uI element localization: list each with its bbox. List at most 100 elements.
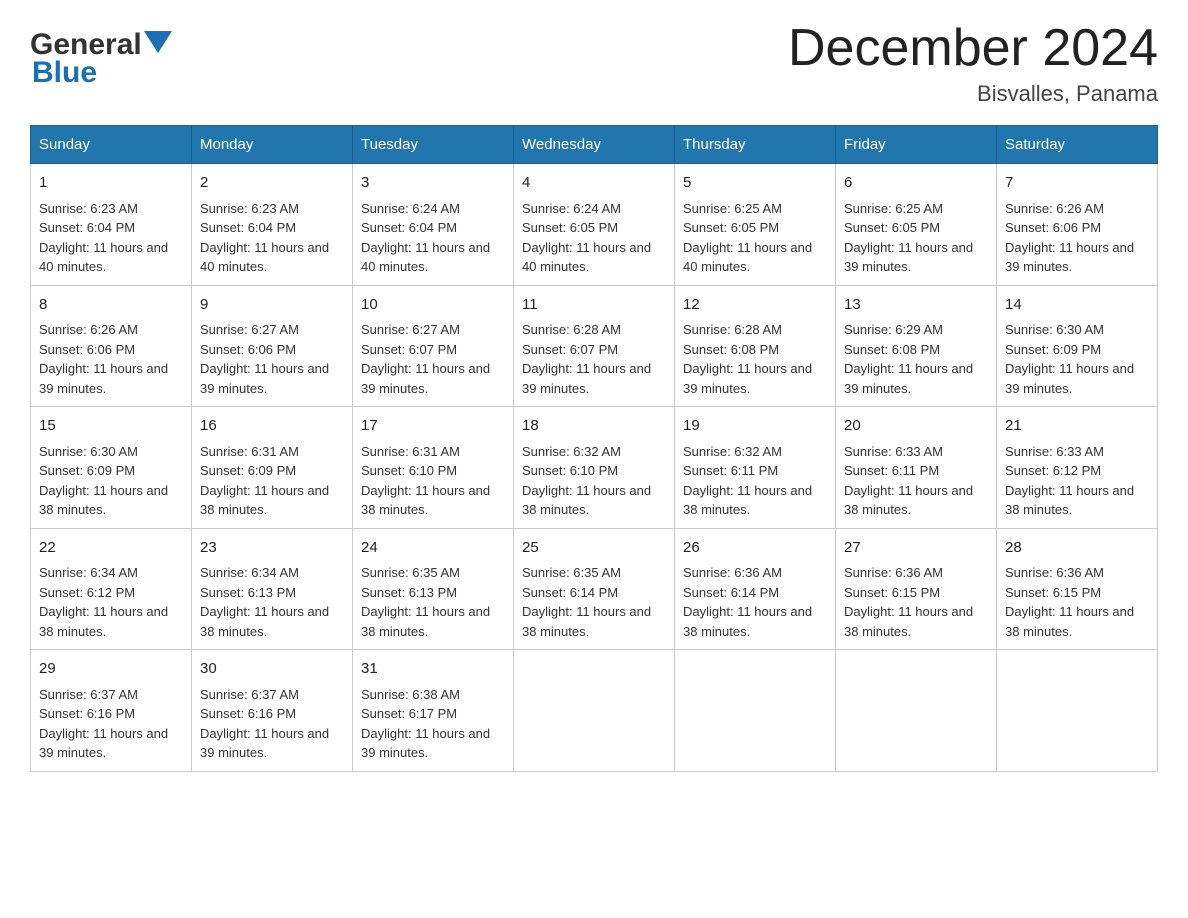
day-number: 25 bbox=[522, 537, 666, 560]
day-info: Sunrise: 6:36 AMSunset: 6:14 PMDaylight:… bbox=[683, 565, 812, 639]
day-info: Sunrise: 6:31 AMSunset: 6:10 PMDaylight:… bbox=[361, 444, 490, 518]
calendar-cell: 20 Sunrise: 6:33 AMSunset: 6:11 PMDayligh… bbox=[836, 407, 997, 529]
calendar-cell: 6Sunrise: 6:25 AMSunset: 6:05 PMDaylight… bbox=[836, 164, 997, 286]
day-info: Sunrise: 6:32 AMSunset: 6:10 PMDaylight:… bbox=[522, 444, 651, 518]
day-number: 27 bbox=[844, 537, 988, 560]
header-cell-monday: Monday bbox=[192, 126, 353, 164]
day-info: Sunrise: 6:28 AMSunset: 6:07 PMDaylight:… bbox=[522, 322, 651, 396]
day-info: Sunrise: 6:28 AMSunset: 6:08 PMDaylight:… bbox=[683, 322, 812, 396]
day-number: 7 bbox=[1005, 172, 1149, 195]
day-number: 19 bbox=[683, 415, 827, 438]
day-number: 10 bbox=[361, 294, 505, 317]
day-number: 23 bbox=[200, 537, 344, 560]
day-number: 5 bbox=[683, 172, 827, 195]
day-info: Sunrise: 6:36 AMSunset: 6:15 PMDaylight:… bbox=[844, 565, 973, 639]
calendar-cell: 28 Sunrise: 6:36 AMSunset: 6:15 PMDayligh… bbox=[997, 528, 1158, 650]
day-info: Sunrise: 6:27 AMSunset: 6:06 PMDaylight:… bbox=[200, 322, 329, 396]
calendar-cell: 9 Sunrise: 6:27 AMSunset: 6:06 PMDaylight… bbox=[192, 285, 353, 407]
calendar-week-3: 15 Sunrise: 6:30 AMSunset: 6:09 PMDayligh… bbox=[31, 407, 1158, 529]
day-number: 2 bbox=[200, 172, 344, 195]
day-number: 3 bbox=[361, 172, 505, 195]
day-info: Sunrise: 6:33 AMSunset: 6:12 PMDaylight:… bbox=[1005, 444, 1134, 518]
header-cell-wednesday: Wednesday bbox=[514, 126, 675, 164]
calendar-cell bbox=[836, 650, 997, 772]
day-info: Sunrise: 6:38 AMSunset: 6:17 PMDaylight:… bbox=[361, 687, 490, 761]
calendar-cell: 24Sunrise: 6:35 AMSunset: 6:13 PMDayligh… bbox=[353, 528, 514, 650]
day-info: Sunrise: 6:24 AMSunset: 6:04 PMDaylight:… bbox=[361, 201, 490, 275]
day-number: 26 bbox=[683, 537, 827, 560]
day-info: Sunrise: 6:29 AMSunset: 6:08 PMDaylight:… bbox=[844, 322, 973, 396]
day-info: Sunrise: 6:34 AMSunset: 6:13 PMDaylight:… bbox=[200, 565, 329, 639]
day-info: Sunrise: 6:34 AMSunset: 6:12 PMDaylight:… bbox=[39, 565, 168, 639]
calendar-cell: 30Sunrise: 6:37 AMSunset: 6:16 PMDayligh… bbox=[192, 650, 353, 772]
calendar-header-row: SundayMondayTuesdayWednesdayThursdayFrid… bbox=[31, 126, 1158, 164]
day-number: 29 bbox=[39, 658, 183, 681]
day-number: 12 bbox=[683, 294, 827, 317]
day-info: Sunrise: 6:23 AMSunset: 6:04 PMDaylight:… bbox=[39, 201, 168, 275]
calendar-cell: 27 Sunrise: 6:36 AMSunset: 6:15 PMDayligh… bbox=[836, 528, 997, 650]
day-number: 16 bbox=[200, 415, 344, 438]
calendar-table: SundayMondayTuesdayWednesdayThursdayFrid… bbox=[30, 125, 1158, 772]
day-info: Sunrise: 6:26 AMSunset: 6:06 PMDaylight:… bbox=[1005, 201, 1134, 275]
day-number: 31 bbox=[361, 658, 505, 681]
header-cell-saturday: Saturday bbox=[997, 126, 1158, 164]
header-cell-sunday: Sunday bbox=[31, 126, 192, 164]
calendar-cell: 7 Sunrise: 6:26 AMSunset: 6:06 PMDaylight… bbox=[997, 164, 1158, 286]
calendar-cell: 5 Sunrise: 6:25 AMSunset: 6:05 PMDaylight… bbox=[675, 164, 836, 286]
header-cell-tuesday: Tuesday bbox=[353, 126, 514, 164]
page-header: General Blue December 2024 Bisvalles, Pa… bbox=[30, 20, 1158, 107]
header-cell-friday: Friday bbox=[836, 126, 997, 164]
calendar-cell: 11 Sunrise: 6:28 AMSunset: 6:07 PMDayligh… bbox=[514, 285, 675, 407]
calendar-cell: 18Sunrise: 6:32 AMSunset: 6:10 PMDayligh… bbox=[514, 407, 675, 529]
calendar-cell bbox=[997, 650, 1158, 772]
day-number: 28 bbox=[1005, 537, 1149, 560]
calendar-week-1: 1 Sunrise: 6:23 AMSunset: 6:04 PMDaylight… bbox=[31, 164, 1158, 286]
calendar-cell: 3 Sunrise: 6:24 AMSunset: 6:04 PMDaylight… bbox=[353, 164, 514, 286]
calendar-cell: 22 Sunrise: 6:34 AMSunset: 6:12 PMDayligh… bbox=[31, 528, 192, 650]
day-info: Sunrise: 6:25 AMSunset: 6:05 PMDaylight:… bbox=[683, 201, 812, 275]
header-cell-thursday: Thursday bbox=[675, 126, 836, 164]
calendar-cell: 16Sunrise: 6:31 AMSunset: 6:09 PMDayligh… bbox=[192, 407, 353, 529]
logo-triangle-icon bbox=[144, 31, 172, 53]
day-info: Sunrise: 6:37 AMSunset: 6:16 PMDaylight:… bbox=[39, 687, 168, 761]
day-number: 13 bbox=[844, 294, 988, 317]
calendar-cell: 1 Sunrise: 6:23 AMSunset: 6:04 PMDaylight… bbox=[31, 164, 192, 286]
calendar-week-5: 29 Sunrise: 6:37 AMSunset: 6:16 PMDayligh… bbox=[31, 650, 1158, 772]
day-info: Sunrise: 6:30 AMSunset: 6:09 PMDaylight:… bbox=[1005, 322, 1134, 396]
day-info: Sunrise: 6:35 AMSunset: 6:14 PMDaylight:… bbox=[522, 565, 651, 639]
day-number: 15 bbox=[39, 415, 183, 438]
day-number: 30 bbox=[200, 658, 344, 681]
day-number: 9 bbox=[200, 294, 344, 317]
day-number: 1 bbox=[39, 172, 183, 195]
day-info: Sunrise: 6:23 AMSunset: 6:04 PMDaylight:… bbox=[200, 201, 329, 275]
calendar-cell bbox=[675, 650, 836, 772]
calendar-cell: 29 Sunrise: 6:37 AMSunset: 6:16 PMDayligh… bbox=[31, 650, 192, 772]
title-section: December 2024 Bisvalles, Panama bbox=[788, 20, 1158, 107]
day-info: Sunrise: 6:36 AMSunset: 6:15 PMDaylight:… bbox=[1005, 565, 1134, 639]
calendar-cell: 10 Sunrise: 6:27 AMSunset: 6:07 PMDayligh… bbox=[353, 285, 514, 407]
calendar-week-4: 22 Sunrise: 6:34 AMSunset: 6:12 PMDayligh… bbox=[31, 528, 1158, 650]
calendar-cell: 14 Sunrise: 6:30 AMSunset: 6:09 PMDayligh… bbox=[997, 285, 1158, 407]
calendar-cell: 15 Sunrise: 6:30 AMSunset: 6:09 PMDayligh… bbox=[31, 407, 192, 529]
day-number: 14 bbox=[1005, 294, 1149, 317]
calendar-cell: 26 Sunrise: 6:36 AMSunset: 6:14 PMDayligh… bbox=[675, 528, 836, 650]
day-info: Sunrise: 6:24 AMSunset: 6:05 PMDaylight:… bbox=[522, 201, 651, 275]
day-info: Sunrise: 6:26 AMSunset: 6:06 PMDaylight:… bbox=[39, 322, 168, 396]
day-info: Sunrise: 6:27 AMSunset: 6:07 PMDaylight:… bbox=[361, 322, 490, 396]
day-info: Sunrise: 6:33 AMSunset: 6:11 PMDaylight:… bbox=[844, 444, 973, 518]
calendar-cell: 2 Sunrise: 6:23 AMSunset: 6:04 PMDaylight… bbox=[192, 164, 353, 286]
calendar-week-2: 8 Sunrise: 6:26 AMSunset: 6:06 PMDaylight… bbox=[31, 285, 1158, 407]
calendar-cell: 21 Sunrise: 6:33 AMSunset: 6:12 PMDayligh… bbox=[997, 407, 1158, 529]
day-number: 11 bbox=[522, 294, 666, 317]
day-number: 22 bbox=[39, 537, 183, 560]
day-number: 8 bbox=[39, 294, 183, 317]
day-info: Sunrise: 6:30 AMSunset: 6:09 PMDaylight:… bbox=[39, 444, 168, 518]
day-info: Sunrise: 6:32 AMSunset: 6:11 PMDaylight:… bbox=[683, 444, 812, 518]
location: Bisvalles, Panama bbox=[788, 81, 1158, 107]
month-title: December 2024 bbox=[788, 20, 1158, 77]
calendar-cell bbox=[514, 650, 675, 772]
day-number: 20 bbox=[844, 415, 988, 438]
calendar-cell: 23 Sunrise: 6:34 AMSunset: 6:13 PMDayligh… bbox=[192, 528, 353, 650]
day-number: 21 bbox=[1005, 415, 1149, 438]
calendar-cell: 4Sunrise: 6:24 AMSunset: 6:05 PMDaylight… bbox=[514, 164, 675, 286]
